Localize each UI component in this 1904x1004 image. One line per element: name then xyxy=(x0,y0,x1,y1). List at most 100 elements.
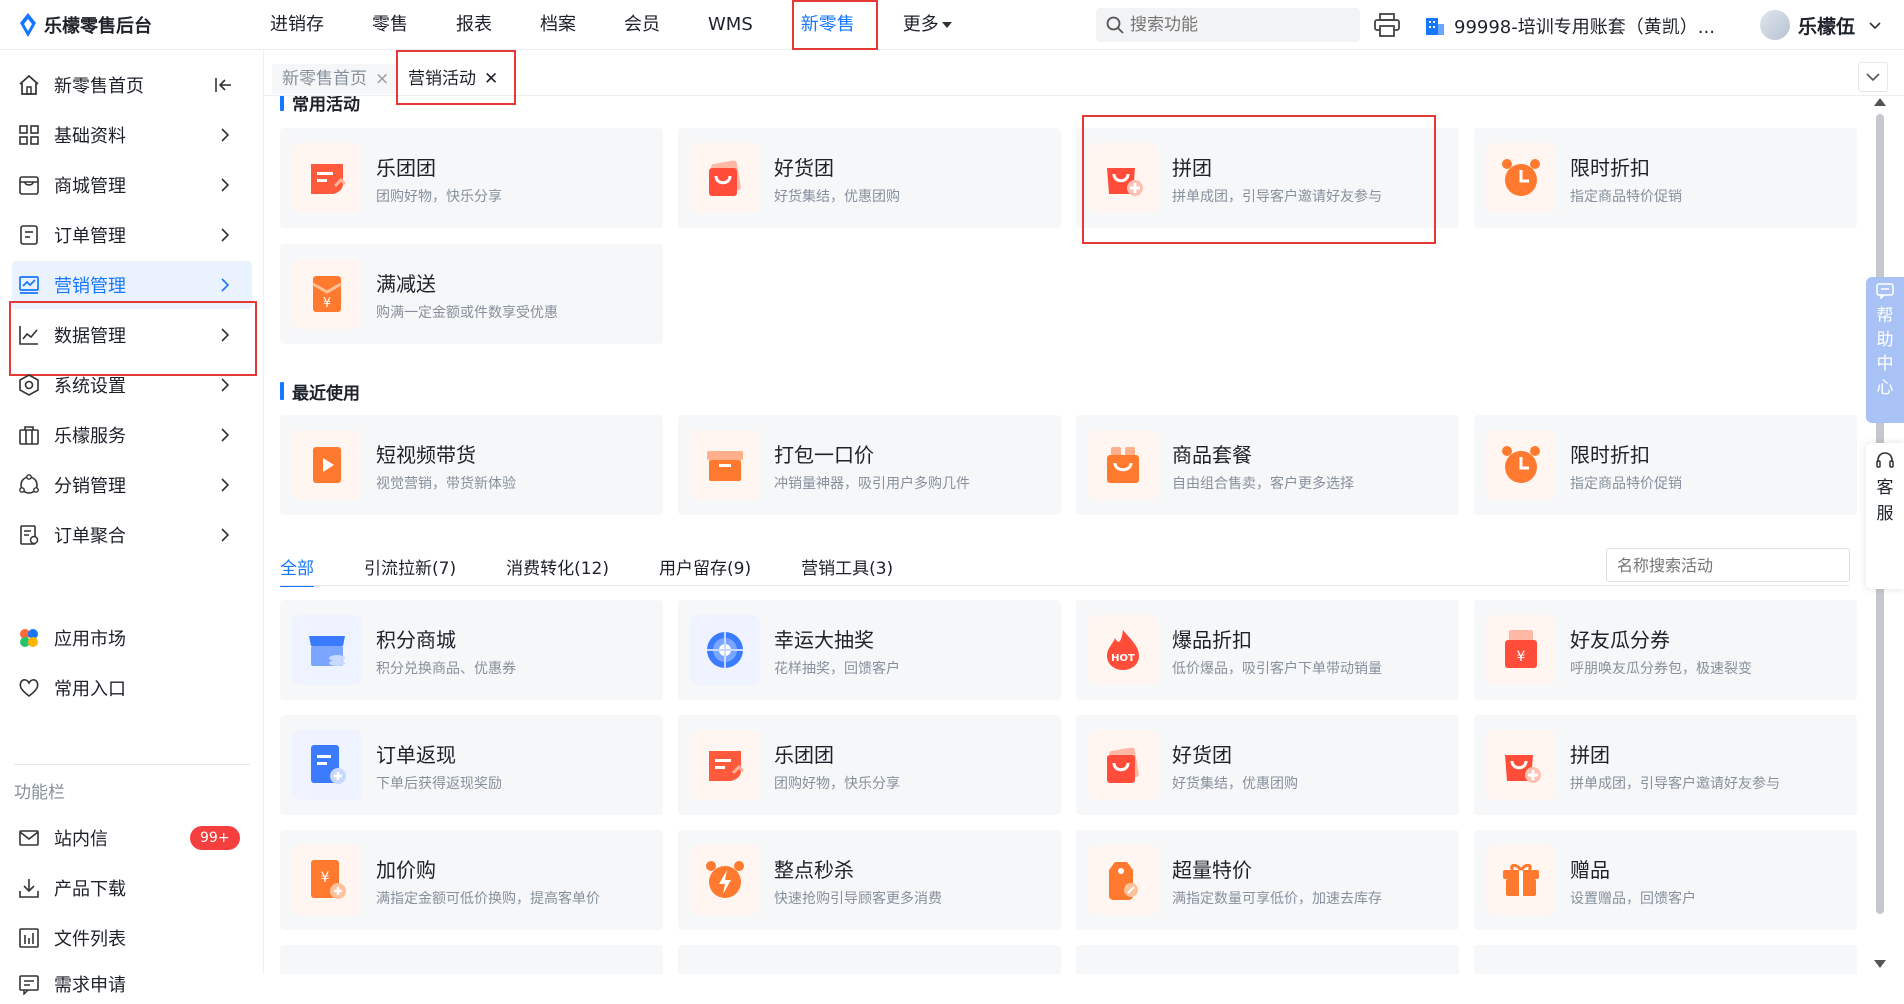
scroll-up-arrow-icon[interactable] xyxy=(1874,98,1886,106)
sidebar-item-basic-data[interactable]: 基础资料 xyxy=(0,111,264,159)
sidebar-item-distribution[interactable]: 分销管理 xyxy=(0,461,264,509)
activity-card[interactable]: 积分商城 积分兑换商品、优惠券 xyxy=(280,600,663,700)
bag-plus-icon xyxy=(1505,755,1541,783)
activity-card[interactable]: 打包一口价 冲销量神器，吸引用户多购几件 xyxy=(678,415,1061,515)
nav-item-inventory[interactable]: 进销存 xyxy=(254,0,340,50)
nav-item-reports[interactable]: 报表 xyxy=(440,0,508,50)
activity-card[interactable]: 短视频带货 视觉营销，带货新体验 xyxy=(280,415,663,515)
collapse-sidebar-icon[interactable] xyxy=(214,77,232,93)
activity-card[interactable]: 超量特价 满指定数量可享低价，加速去库存 xyxy=(1076,830,1459,930)
sidebar-item-data[interactable]: 数据管理 xyxy=(0,311,264,359)
caret-down-icon xyxy=(941,22,952,28)
activity-card-partial[interactable] xyxy=(1076,945,1459,974)
activity-card-partial[interactable] xyxy=(678,945,1061,974)
sidebar-item-lemeng-service[interactable]: 乐檬服务 xyxy=(0,411,264,459)
nav-item-retail[interactable]: 零售 xyxy=(356,0,424,50)
activity-card[interactable]: 好货团 好货集结，优惠团购 xyxy=(1076,715,1459,815)
sidebar-item-new-retail-home[interactable]: 新零售首页 xyxy=(0,61,264,109)
settings-icon xyxy=(19,374,39,396)
sidebar-item-app-market[interactable]: 应用市场 xyxy=(0,614,264,662)
user-menu[interactable]: 乐檬伍 xyxy=(1760,10,1881,40)
cashback-doc-icon xyxy=(311,745,346,784)
activity-card[interactable]: 赠品 设置赠品，回馈客户 xyxy=(1474,830,1857,930)
main-content: 常用活动 乐团团 团购好物，快乐分享 好货团 好货集结，优惠团购 拼团 拼单成团… xyxy=(264,96,1864,974)
activity-search-input[interactable] xyxy=(1606,548,1850,582)
alarm-clock-icon xyxy=(1502,159,1540,196)
nav-item-more[interactable]: 更多 xyxy=(887,0,968,50)
sidebar-item-favorites[interactable]: 常用入口 xyxy=(0,664,264,712)
tab-conversion[interactable]: 消费转化(12) xyxy=(506,554,609,587)
activity-card[interactable]: 好货团 好货集结，优惠团购 xyxy=(678,128,1061,228)
card-desc: 指定商品特价促销 xyxy=(1570,189,1682,205)
activity-card[interactable]: 乐团团 团购好物，快乐分享 xyxy=(678,715,1061,815)
search-icon xyxy=(1106,16,1124,34)
service-icon xyxy=(19,426,39,445)
tab-acquisition[interactable]: 引流拉新(7) xyxy=(364,554,456,587)
tab-retention[interactable]: 用户留存(9) xyxy=(659,554,751,587)
sidebar-item-settings[interactable]: 系统设置 xyxy=(0,361,264,409)
nav-item-member[interactable]: 会员 xyxy=(608,0,676,50)
customer-service-button[interactable]: 客 服 xyxy=(1866,443,1904,589)
search-box[interactable] xyxy=(1096,8,1360,42)
printer-icon[interactable] xyxy=(1374,13,1400,37)
highlight-box-nav xyxy=(792,0,878,50)
activity-card-partial[interactable] xyxy=(1474,945,1857,974)
building-icon xyxy=(1426,18,1444,35)
account-selector[interactable]: 99998-培训专用账套（黄凯）... xyxy=(1424,13,1715,39)
activity-card[interactable]: ¥ 满减送 购满一定金额或件数享受优惠 xyxy=(280,244,663,344)
sidebar-item-download[interactable]: 产品下载 xyxy=(0,864,264,912)
sidebar-item-messages[interactable]: 站内信 99+ xyxy=(0,814,264,862)
chevron-right-icon xyxy=(221,528,230,542)
card-title: 拼团 xyxy=(1570,743,1610,767)
activity-card[interactable]: ¥ 加价购 满指定金额可低价换购，提高客单价 xyxy=(280,830,663,930)
activity-card-partial[interactable] xyxy=(280,945,663,974)
sidebar-item-order[interactable]: 订单管理 xyxy=(0,211,264,259)
headset-icon xyxy=(1876,452,1894,468)
page-tab-new-retail-home[interactable]: 新零售首页 × xyxy=(272,64,400,94)
scroll-down-arrow-icon[interactable] xyxy=(1874,960,1886,968)
nav-item-wms[interactable]: WMS xyxy=(692,0,769,50)
activity-card[interactable]: ¥ 好友瓜分券 呼朋唤友瓜分券包，极速裂变 xyxy=(1474,600,1857,700)
activity-card[interactable]: 限时折扣 指定商品特价促销 xyxy=(1474,128,1857,228)
close-icon[interactable]: × xyxy=(375,69,389,89)
sidebar-item-file-list[interactable]: 文件列表 xyxy=(0,914,264,962)
sidebar-item-order-aggregate[interactable]: 订单聚合 xyxy=(0,511,264,559)
sidebar-item-label: 商城管理 xyxy=(54,176,126,197)
activity-card[interactable]: 乐团团 团购好物，快乐分享 xyxy=(280,128,663,228)
tab-tools[interactable]: 营销工具(3) xyxy=(801,554,893,587)
card-icon-wrap xyxy=(292,430,362,500)
sidebar-item-label: 分销管理 xyxy=(54,476,126,497)
sidebar-item-label: 应用市场 xyxy=(54,629,126,650)
card-icon-wrap: HOT xyxy=(1088,615,1158,685)
points-mall-icon xyxy=(309,636,345,666)
card-title: 爆品折扣 xyxy=(1172,628,1252,652)
activity-card[interactable]: 商品套餐 自由组合售卖，客户更多选择 xyxy=(1076,415,1459,515)
card-title: 乐团团 xyxy=(376,156,436,180)
chevron-right-icon xyxy=(221,278,230,292)
help-center-button[interactable]: 帮 助 中 心 xyxy=(1866,277,1904,423)
group-buy-icon xyxy=(311,164,347,194)
card-icon-wrap xyxy=(1486,430,1556,500)
help-char: 助 xyxy=(1876,330,1894,350)
activity-card[interactable]: 幸运大抽奖 花样抽奖，回馈客户 xyxy=(678,600,1061,700)
card-desc: 冲销量神器，吸引用户多购几件 xyxy=(774,476,970,492)
sidebar-item-request[interactable]: 需求申请 xyxy=(0,964,264,1004)
sidebar-item-label: 产品下载 xyxy=(54,879,126,900)
sidebar-item-mall[interactable]: 商城管理 xyxy=(0,161,264,209)
search-input[interactable] xyxy=(1130,15,1350,35)
tabs-dropdown-button[interactable] xyxy=(1858,62,1888,92)
add-price-buy-icon: ¥ xyxy=(311,860,346,899)
section-title-recent: 最近使用 xyxy=(280,379,360,404)
activity-card[interactable]: HOT 爆品折扣 低价爆品，吸引客户下单带动销量 xyxy=(1076,600,1459,700)
chevron-down-icon xyxy=(1866,73,1880,82)
app-logo[interactable]: 乐檬零售后台 xyxy=(18,12,152,38)
shopping-bag-icon xyxy=(709,160,741,196)
tab-all[interactable]: 全部 xyxy=(280,554,314,587)
card-desc: 满指定数量可享低价，加速去库存 xyxy=(1172,891,1382,907)
activity-card[interactable]: 限时折扣 指定商品特价促销 xyxy=(1474,415,1857,515)
help-char: 心 xyxy=(1876,378,1894,398)
activity-card[interactable]: 拼团 拼单成团，引导客户邀请好友参与 xyxy=(1474,715,1857,815)
activity-card[interactable]: 订单返现 下单后获得返现奖励 xyxy=(280,715,663,815)
activity-card[interactable]: 整点秒杀 快速抢购引导顾客更多消费 xyxy=(678,830,1061,930)
nav-item-archive[interactable]: 档案 xyxy=(524,0,592,50)
